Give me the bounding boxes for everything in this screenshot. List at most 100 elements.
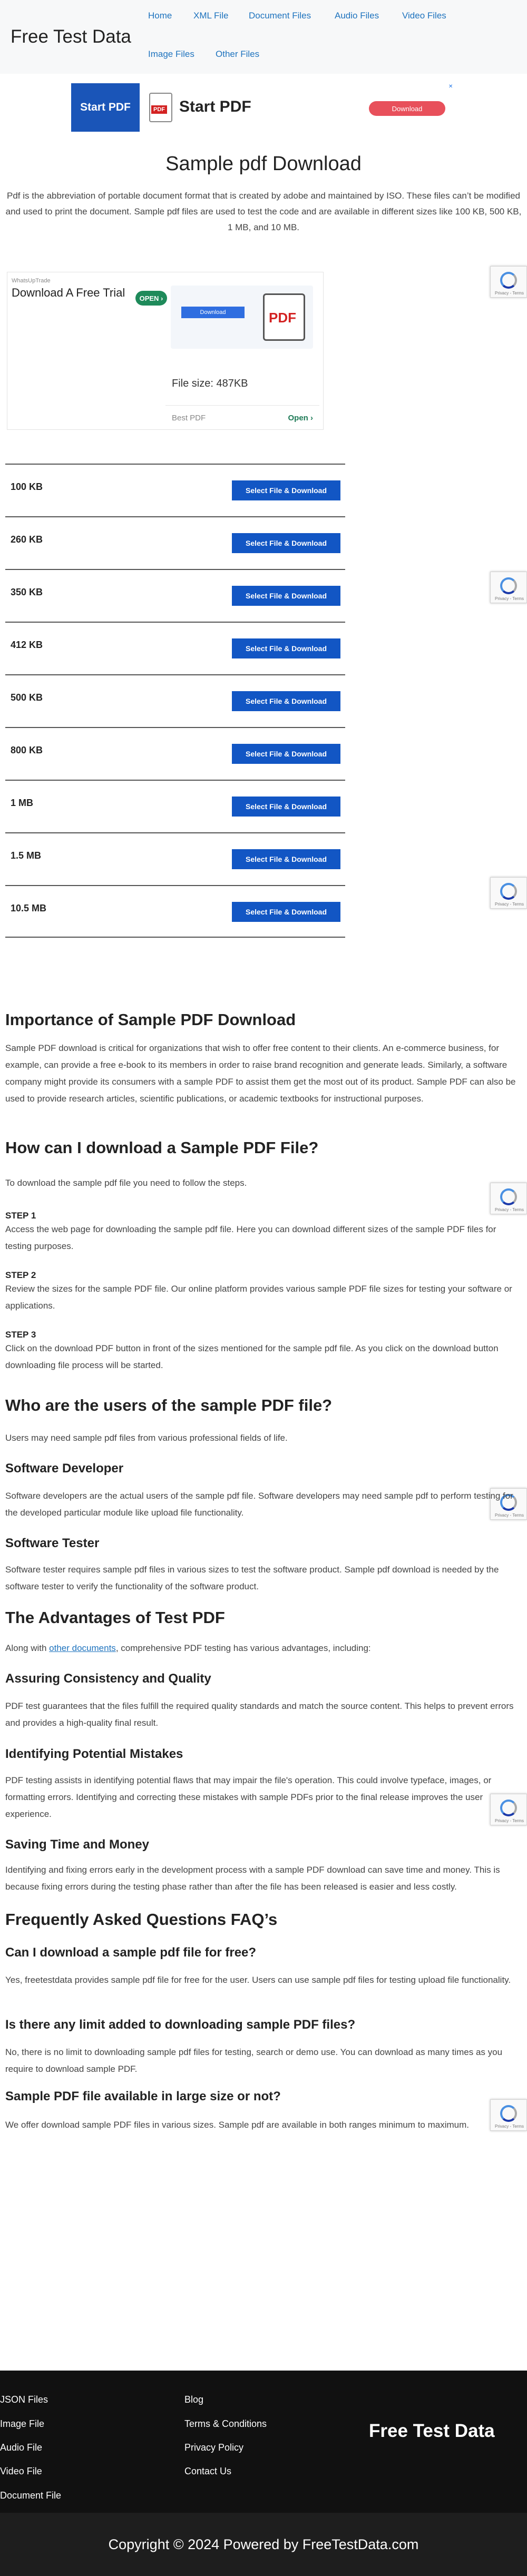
other-documents-link[interactable]: other documents [49, 1643, 116, 1653]
faq-question-1: Can I download a sample pdf file for fre… [5, 1945, 257, 1960]
select-file-download-button[interactable]: Select File & Download [232, 533, 340, 553]
step-1-label: STEP 1 [5, 1211, 36, 1221]
footer-link-image-file[interactable]: Image File [0, 2418, 44, 2430]
footer-link-blog[interactable]: Blog [184, 2394, 203, 2405]
ad-download-button[interactable]: Download [369, 101, 445, 116]
recaptcha-icon [500, 272, 517, 289]
ad-open-button[interactable]: OPEN › [135, 291, 167, 306]
ad-box-left: WhatsUpTrade Download A Free Trial OPEN … [12, 278, 170, 325]
select-file-download-button[interactable]: Select File & Download [232, 691, 340, 711]
step-2-text: Review the sizes for the sample PDF file… [5, 1284, 512, 1311]
ad-sponsor: WhatsUpTrade [12, 278, 51, 284]
heading-software-tester: Software Tester [5, 1536, 100, 1550]
copyright-bar: Copyright © 2024 Powered by FreeTestData… [0, 2513, 527, 2576]
para-importance: Sample PDF download is critical for orga… [5, 1043, 516, 1104]
step-2-label: STEP 2 [5, 1270, 36, 1280]
heading-advantages: The Advantages of Test PDF [5, 1608, 225, 1627]
pdf-icon: PDF [149, 93, 172, 122]
file-size-label: 10.5 MB [11, 903, 47, 913]
para-mistakes: PDF testing assists in identifying poten… [5, 1775, 492, 1819]
faq-question-3: Sample PDF file available in large size … [5, 2089, 281, 2103]
para-advantages-before: Along with [5, 1643, 50, 1653]
footer-link-json-files[interactable]: JSON Files [0, 2394, 48, 2405]
recaptcha-text[interactable]: Privacy - Terms [495, 1207, 524, 1212]
nav-video-files[interactable]: Video Files [402, 11, 446, 21]
recaptcha-icon [500, 577, 517, 594]
ad-footer-open[interactable]: Open › [288, 414, 313, 422]
select-file-download-button[interactable]: Select File & Download [232, 744, 340, 764]
heading-software-developer: Software Developer [5, 1461, 124, 1476]
file-row: 1 MB Select File & Download [5, 780, 345, 832]
intro-text: Pdf is the abbreviation of portable docu… [5, 191, 522, 232]
nav-home[interactable]: Home [148, 11, 172, 21]
step-3-text: Click on the download PDF button in fron… [5, 1343, 499, 1370]
file-size-label: 500 KB [11, 692, 43, 703]
footer-link-video-file[interactable]: Video File [0, 2466, 42, 2477]
ad-box-right[interactable]: Download PDF File size: 487KB Best PDF O… [165, 278, 319, 425]
site-footer: JSON Files Image File Audio File Video F… [0, 2371, 527, 2513]
recaptcha-text[interactable]: Privacy - Terms [495, 596, 524, 601]
para-software-tester: Software tester requires sample pdf file… [5, 1565, 499, 1591]
file-size-label: 1.5 MB [11, 850, 42, 861]
site-header: Free Test Data Home XML File Document Fi… [0, 0, 527, 74]
file-size-label: 412 KB [11, 640, 43, 650]
file-size-label: 100 KB [11, 481, 43, 492]
ad-thumbnail: Download PDF [171, 286, 313, 349]
footer-link-terms[interactable]: Terms & Conditions [184, 2418, 267, 2430]
file-row: 100 KB Select File & Download [5, 464, 345, 516]
file-row: 350 KB Select File & Download [5, 569, 345, 622]
select-file-download-button[interactable]: Select File & Download [232, 480, 340, 500]
file-row: 500 KB Select File & Download [5, 674, 345, 727]
nav-document-files[interactable]: Document Files [249, 11, 311, 21]
nav-xml-file[interactable]: XML File [193, 11, 228, 21]
file-row: 10.5 MB Select File & Download [5, 885, 345, 938]
ad-thumb-download-button[interactable]: Download [181, 307, 245, 318]
recaptcha-badge[interactable]: Privacy - Terms [490, 266, 527, 298]
ad-divider [165, 405, 319, 406]
file-size-label: 260 KB [11, 534, 43, 545]
ad-choices-icon[interactable]: ✕ [448, 84, 454, 90]
ad-box[interactable]: WhatsUpTrade Download A Free Trial OPEN … [7, 272, 324, 430]
footer-link-audio-file[interactable]: Audio File [0, 2442, 42, 2453]
para-advantages: Along with other documents, comprehensiv… [5, 1640, 522, 1657]
heading-mistakes: Identifying Potential Mistakes [5, 1747, 183, 1761]
faq-answer-2: No, there is no limit to downloading sam… [5, 2047, 503, 2074]
select-file-download-button[interactable]: Select File & Download [232, 586, 340, 606]
heading-users: Who are the users of the sample PDF file… [5, 1396, 333, 1414]
ad-footer-open-label: Open [288, 414, 308, 422]
ad-banner[interactable]: Start PDF PDF Start PDF Download ✕ [71, 83, 456, 132]
para-software-developer: Software developers are the actual users… [5, 1491, 513, 1518]
select-file-download-button[interactable]: Select File & Download [232, 849, 340, 869]
ad-title[interactable]: Start PDF [179, 98, 251, 116]
recaptcha-text[interactable]: Privacy - Terms [495, 902, 524, 907]
recaptcha-badge[interactable]: Privacy - Terms [490, 572, 527, 603]
select-file-download-button[interactable]: Select File & Download [232, 638, 340, 658]
recaptcha-icon [500, 883, 517, 900]
page-title: Sample pdf Download [165, 153, 362, 175]
file-size-label: 350 KB [11, 587, 43, 597]
nav-other-files[interactable]: Other Files [216, 49, 259, 60]
file-row: 800 KB Select File & Download [5, 727, 345, 780]
nav-audio-files[interactable]: Audio Files [335, 11, 379, 21]
heading-consistency: Assuring Consistency and Quality [5, 1672, 211, 1686]
nav-image-files[interactable]: Image Files [148, 49, 194, 60]
file-row: 412 KB Select File & Download [5, 622, 345, 674]
heading-how-to-download: How can I download a Sample PDF File? [5, 1138, 319, 1157]
ad-tile[interactable]: Start PDF [71, 83, 140, 132]
recaptcha-badge[interactable]: Privacy - Terms [490, 877, 527, 909]
select-file-download-button[interactable]: Select File & Download [232, 797, 340, 817]
site-logo[interactable]: Free Test Data [11, 26, 131, 47]
heading-faq: Frequently Asked Questions FAQ’s [5, 1910, 278, 1929]
select-file-download-button[interactable]: Select File & Download [232, 902, 340, 922]
footer-link-document-file[interactable]: Document File [0, 2490, 61, 2501]
footer-link-privacy-policy[interactable]: Privacy Policy [184, 2442, 243, 2453]
ad-file-size: File size: 487KB [172, 378, 248, 389]
step-3-label: STEP 3 [5, 1330, 36, 1340]
pdf-label: PDF [269, 310, 296, 326]
step-1-text: Access the web page for downloading the … [5, 1224, 496, 1251]
recaptcha-text[interactable]: Privacy - Terms [495, 291, 524, 296]
faq-answer-3: We offer download sample PDF files in va… [5, 2120, 469, 2130]
footer-link-contact-us[interactable]: Contact Us [184, 2466, 231, 2477]
heading-importance: Importance of Sample PDF Download [5, 1010, 296, 1029]
footer-brand[interactable]: Free Test Data [369, 2421, 495, 2442]
